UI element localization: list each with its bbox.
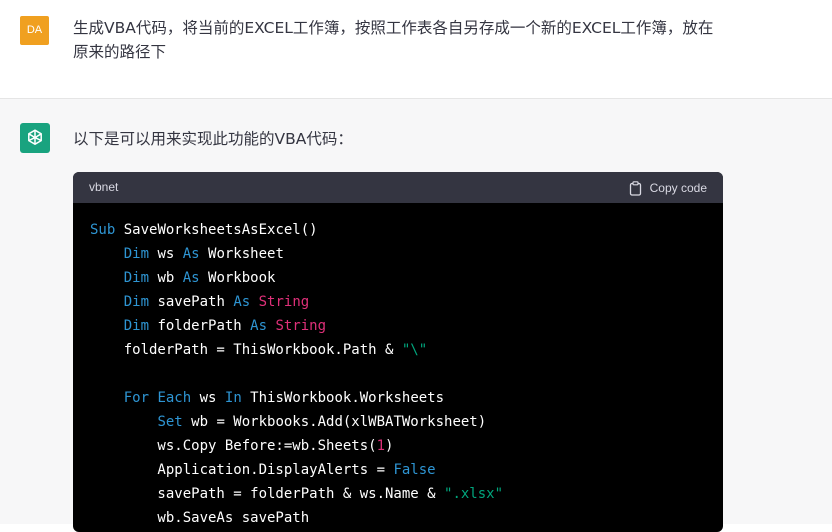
code-string: ".xlsx" xyxy=(444,486,504,502)
assistant-intro-text: 以下是可以用来实现此功能的VBA代码： xyxy=(73,130,353,148)
code-type: String xyxy=(258,294,310,310)
code-text: ) xyxy=(385,438,394,454)
code-line: Dim ws As Worksheet xyxy=(90,242,503,266)
code-text: savePath = folderPath & ws.Name & xyxy=(90,486,445,502)
code-line: savePath = folderPath & ws.Name & ".xlsx… xyxy=(90,482,503,506)
code-text: savePath xyxy=(149,294,234,310)
user-message-text: 生成VBA代码，将当前的EXCEL工作簿，按照工作表各自另存成一个新的EXCEL… xyxy=(73,19,714,61)
clipboard-icon xyxy=(629,180,641,196)
code-keyword: In xyxy=(224,390,242,406)
user-message-row: DA 生成VBA代码，将当前的EXCEL工作簿，按照工作表各自另存成一个新的EX… xyxy=(0,0,832,99)
code-line: wb.SaveAs savePath xyxy=(90,506,503,530)
code-keyword: Each xyxy=(157,390,192,406)
code-text: wb xyxy=(149,270,183,286)
code-text: Worksheet xyxy=(199,246,284,262)
code-line: Application.DisplayAlerts = False xyxy=(90,458,503,482)
code-keyword: Set xyxy=(157,414,183,430)
code-line: folderPath = ThisWorkbook.Path & "\" xyxy=(90,338,503,362)
code-text: ws.Copy Before:=wb.Sheets( xyxy=(90,438,377,454)
code-text: wb = Workbooks.Add(xlWBATWorksheet) xyxy=(182,414,487,430)
code-keyword: Sub xyxy=(90,222,116,238)
code-keyword: As xyxy=(233,294,251,310)
code-line: Set wb = Workbooks.Add(xlWBATWorksheet) xyxy=(90,410,503,434)
code-block: vbnet Copy code Sub SaveWorksheetsAsExce… xyxy=(73,172,723,532)
code-line: ws.Copy Before:=wb.Sheets(1) xyxy=(90,434,503,458)
code-keyword: As xyxy=(250,318,268,334)
copy-code-button[interactable]: Copy code xyxy=(629,178,707,198)
code-content: Sub SaveWorksheetsAsExcel() Dim ws As Wo… xyxy=(90,218,503,530)
copy-code-label: Copy code xyxy=(649,181,707,195)
code-keyword: False xyxy=(393,462,436,478)
code-keyword: Dim xyxy=(123,318,150,334)
code-text: folderPath xyxy=(149,318,251,334)
code-keyword: For xyxy=(123,390,150,406)
code-keyword: As xyxy=(182,246,200,262)
code-keyword: As xyxy=(182,270,200,286)
code-line: For Each ws In ThisWorkbook.Worksheets xyxy=(90,386,503,410)
code-text: Workbook xyxy=(199,270,276,286)
code-keyword: Dim xyxy=(123,270,150,286)
code-text: ws xyxy=(191,390,225,406)
code-text: SaveWorksheetsAsExcel() xyxy=(115,222,318,238)
code-number: 1 xyxy=(376,438,386,454)
code-string: "\" xyxy=(401,342,428,358)
code-text: Application.DisplayAlerts = xyxy=(90,462,394,478)
code-line: Dim savePath As String xyxy=(90,290,503,314)
code-line: Dim folderPath As String xyxy=(90,314,503,338)
code-line: Sub SaveWorksheetsAsExcel() xyxy=(90,218,503,242)
assistant-avatar xyxy=(20,123,50,153)
user-avatar: DA xyxy=(20,16,49,45)
code-line: Dim wb As Workbook xyxy=(90,266,503,290)
code-keyword: Dim xyxy=(123,246,150,262)
code-type: String xyxy=(275,318,327,334)
code-text: folderPath = ThisWorkbook.Path & xyxy=(90,342,402,358)
openai-logo-icon xyxy=(28,129,42,145)
assistant-message-row: 以下是可以用来实现此功能的VBA代码： vbnet Copy code Sub … xyxy=(0,99,832,532)
code-language-label: vbnet xyxy=(89,180,119,194)
code-text: ws xyxy=(149,246,183,262)
code-text: ThisWorkbook.Worksheets xyxy=(241,390,445,406)
code-block-header: vbnet Copy code xyxy=(73,172,723,203)
code-keyword: Dim xyxy=(123,294,150,310)
